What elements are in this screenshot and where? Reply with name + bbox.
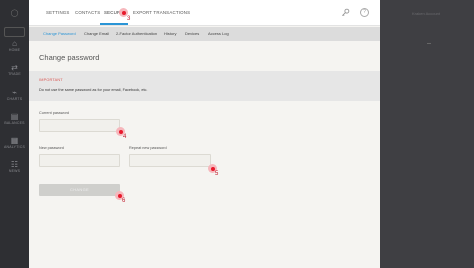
security-subnav: Change Password Change Email 2-Factor Au…	[29, 27, 380, 41]
marker-5-number: 5	[215, 171, 219, 177]
new-password-input[interactable]	[39, 154, 120, 167]
sidebar-item-analytics[interactable]: ▦ Analytics	[0, 136, 29, 150]
marker-4-number: 4	[123, 134, 127, 140]
repeat-password-input[interactable]	[129, 154, 211, 167]
sidebar-item-label: Home	[8, 48, 21, 52]
news-icon: ☷	[10, 160, 19, 169]
balances-icon: ▤	[10, 112, 19, 121]
notice-text: Do not use the same password as for your…	[39, 88, 148, 92]
sidebar-item-label: Balances	[4, 121, 25, 125]
sidebar-item-label: Charts	[6, 97, 23, 101]
logo-icon[interactable]: ◯	[9, 8, 20, 19]
sidebar-item-label: News	[8, 169, 21, 173]
current-password-label: Current password	[39, 111, 69, 115]
subtab-change-password[interactable]: Change Password	[43, 31, 76, 36]
notice-title: IMPORTANT	[39, 78, 63, 82]
key-icon[interactable]	[341, 8, 350, 17]
account-label: Kraken Account	[412, 11, 441, 16]
help-icon[interactable]: ?	[360, 8, 369, 17]
page-title: Change password	[39, 53, 100, 62]
sidebar-item-news[interactable]: ☷ News	[0, 160, 29, 174]
marker-6-number: 6	[122, 198, 126, 204]
tab-export-transactions[interactable]: EXPORT TRANSACTIONS	[133, 10, 190, 15]
sidebar-item-label: Analytics	[4, 145, 25, 149]
tab-settings[interactable]: SETTINGS	[46, 10, 70, 15]
sidebar-toggle[interactable]	[4, 27, 25, 37]
app-root: ◯ ⌂ Home ⇄ Trade ⌁ Charts ▤ Balances ▦ A…	[0, 0, 474, 268]
subtab-change-email[interactable]: Change Email	[84, 31, 109, 36]
left-sidebar: ◯ ⌂ Home ⇄ Trade ⌁ Charts ▤ Balances ▦ A…	[0, 0, 29, 268]
charts-icon: ⌁	[12, 88, 17, 97]
active-tab-indicator	[100, 23, 128, 25]
marker-3-number: 3	[127, 16, 131, 22]
tab-contacts[interactable]: CONTACTS	[75, 10, 100, 15]
background-overlay	[380, 0, 474, 268]
top-tab-bar: SETTINGS CONTACTS SECURITY EXPORT TRANSA…	[29, 0, 380, 26]
current-password-input[interactable]	[39, 119, 120, 132]
important-notice: IMPORTANT Do not use the same password a…	[29, 71, 380, 101]
sidebar-item-trade[interactable]: ⇄ Trade	[0, 63, 29, 77]
analytics-icon: ▦	[10, 136, 19, 145]
subtab-devices[interactable]: Devices	[185, 31, 199, 36]
sidebar-item-label: Trade	[8, 72, 21, 76]
change-password-button[interactable]: CHANGE	[39, 184, 120, 196]
sidebar-item-balances[interactable]: ▤ Balances	[0, 112, 29, 126]
subtab-access-log[interactable]: Access Log	[208, 31, 229, 36]
sidebar-item-home[interactable]: ⌂ Home	[0, 39, 29, 53]
settings-panel: SETTINGS CONTACTS SECURITY EXPORT TRANSA…	[29, 0, 380, 268]
divider	[427, 43, 431, 44]
new-password-label: New password	[39, 146, 64, 150]
subtab-history[interactable]: History	[164, 31, 176, 36]
sidebar-item-charts[interactable]: ⌁ Charts	[0, 88, 29, 102]
subtab-2fa[interactable]: 2-Factor Authentication	[116, 31, 157, 36]
trade-icon: ⇄	[11, 63, 18, 72]
home-icon: ⌂	[12, 39, 17, 48]
repeat-password-label: Repeat new password	[129, 146, 167, 150]
